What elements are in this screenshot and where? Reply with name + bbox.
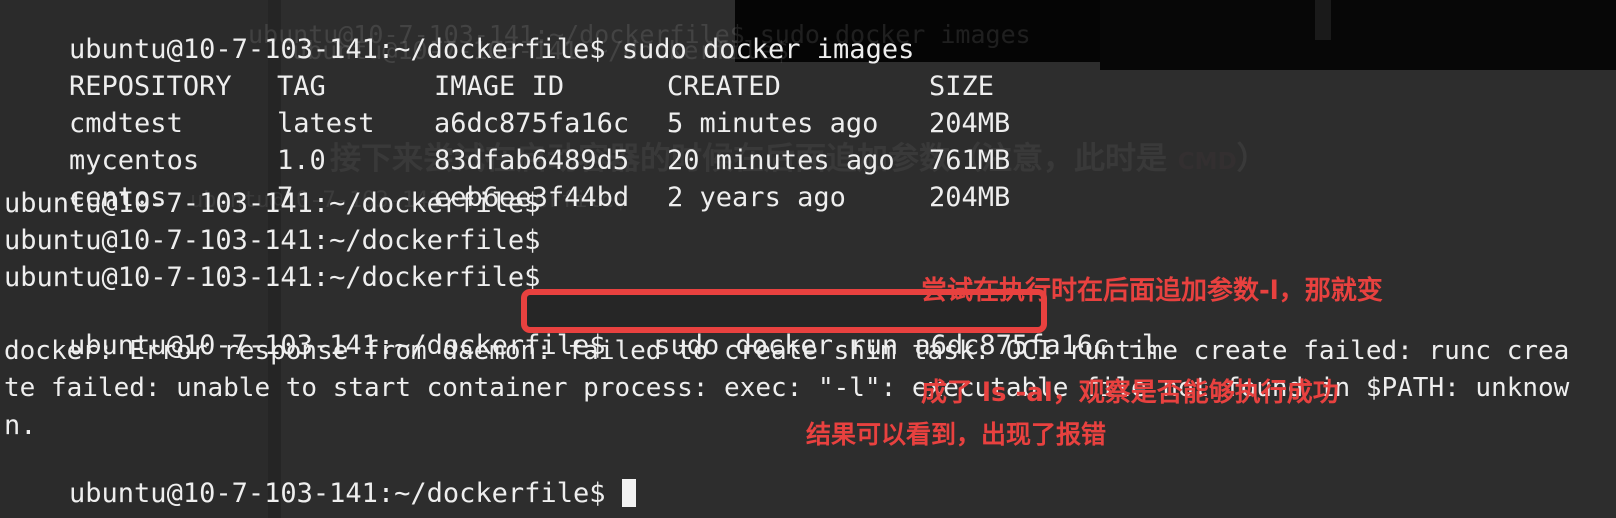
terminal-cursor bbox=[621, 479, 636, 507]
annotation-bottom: 结果可以看到，出现了报错 bbox=[806, 420, 1107, 449]
terminal-line-final-prompt: ubuntu@10-7-103-141:~/dockerfile$ bbox=[4, 447, 636, 518]
terminal-line-empty-prompt-1: ubuntu@10-7-103-141:~/dockerfile$ bbox=[4, 188, 541, 219]
dark-overlay-region-secondary bbox=[1100, 0, 1616, 70]
cell-created: 2 years ago bbox=[667, 182, 846, 213]
terminal-error-line-3: n. bbox=[4, 410, 37, 441]
dark-overlay-notch bbox=[1315, 0, 1331, 40]
annotation-top-line-1: 尝试在执行时在后面追加参数-l，那就变 bbox=[921, 276, 1383, 306]
annotation-top-line-2: 成了 ls -al，观察是否能够执行成功 bbox=[921, 378, 1339, 408]
prompt-spacer bbox=[605, 478, 621, 509]
watermark-cjk-suffix: ） bbox=[1236, 141, 1268, 177]
watermark-cjk-cmd-tag: CMD bbox=[1178, 149, 1237, 175]
terminal-line-empty-prompt-2: ubuntu@10-7-103-141:~/dockerfile$ bbox=[4, 225, 541, 256]
shell-prompt: ubuntu@10-7-103-141:~/dockerfile$ bbox=[69, 478, 606, 509]
terminal-line-empty-prompt-3: ubuntu@10-7-103-141:~/dockerfile$ bbox=[4, 262, 541, 293]
terminal-screenshot: ubuntu@10-7-103-141:~/dockerfile$ sudo d… bbox=[0, 0, 1616, 518]
